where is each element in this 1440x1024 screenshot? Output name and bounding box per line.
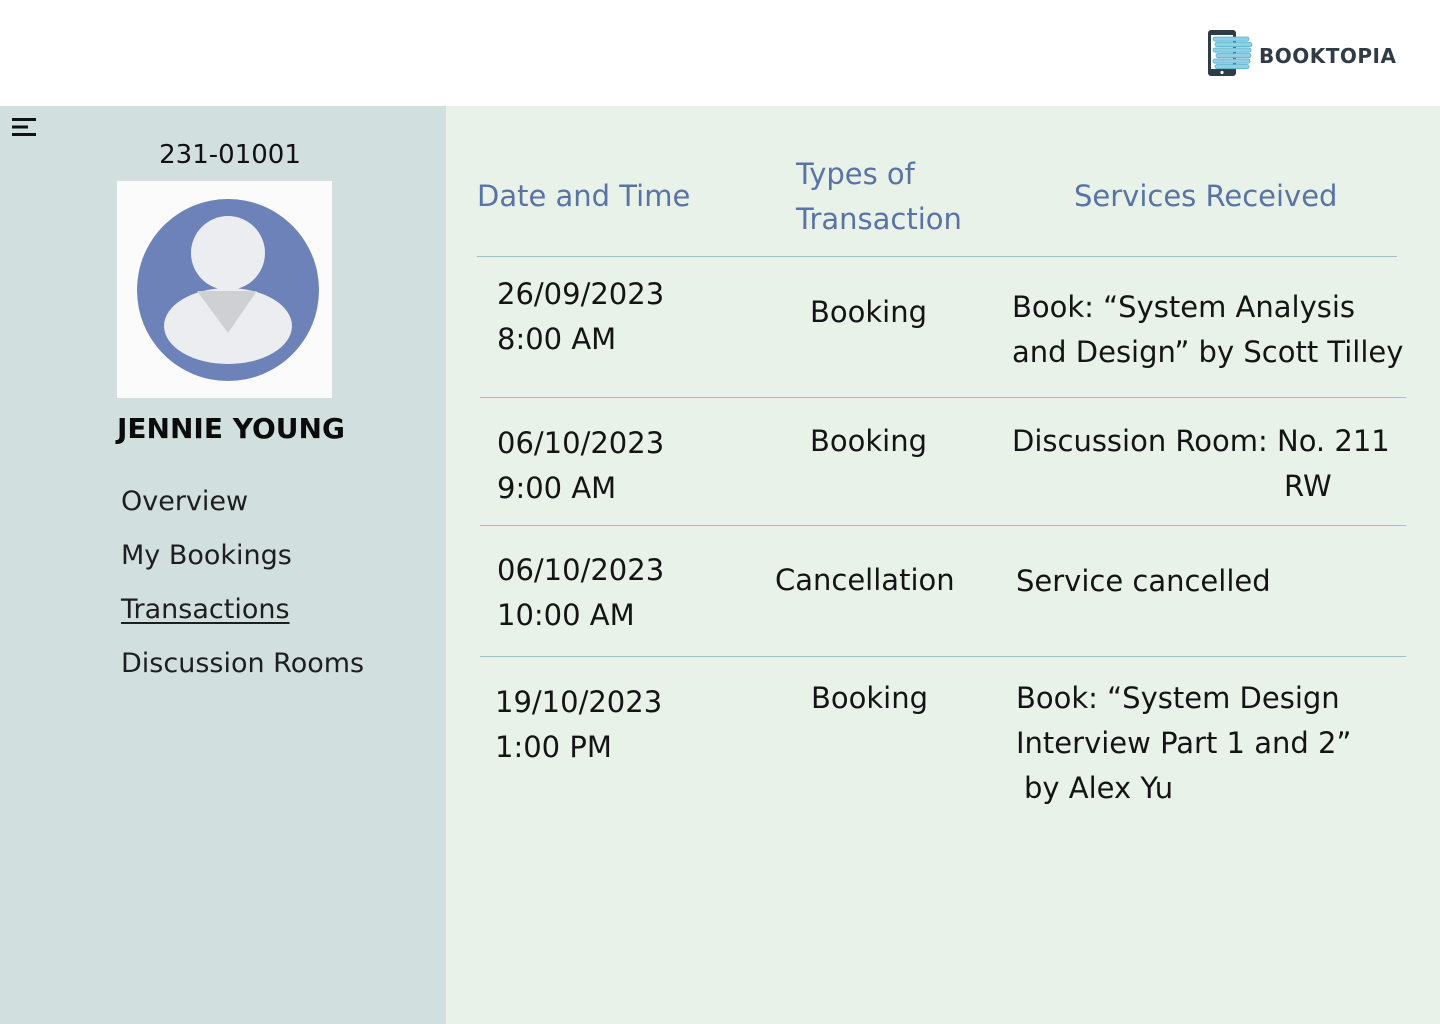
sidebar-item-discussion-rooms[interactable]: Discussion Rooms xyxy=(121,648,364,702)
row-date: 26/09/2023 xyxy=(497,277,665,311)
row-type: Cancellation xyxy=(775,563,955,597)
row-type: Booking xyxy=(811,681,929,715)
top-bar: BOOKTOPIA xyxy=(0,0,1440,106)
row-divider xyxy=(480,525,1406,526)
sidebar-nav: Overview My Bookings Transactions Discus… xyxy=(121,486,364,702)
sidebar-item-transactions[interactable]: Transactions xyxy=(121,594,364,648)
row-time: 1:00 PM xyxy=(495,730,612,764)
user-name: JENNIE YOUNG xyxy=(117,412,345,445)
user-avatar-icon xyxy=(117,199,332,402)
booktopia-logo[interactable]: BOOKTOPIA xyxy=(1205,28,1396,84)
hamburger-menu-icon[interactable] xyxy=(10,114,40,140)
transactions-panel: Date and Time Types of Transaction Servi… xyxy=(446,106,1440,1024)
row-date: 06/10/2023 xyxy=(497,426,665,460)
row-date: 19/10/2023 xyxy=(495,685,663,719)
sidebar-item-my-bookings[interactable]: My Bookings xyxy=(121,540,364,594)
row-time: 10:00 AM xyxy=(497,598,635,632)
row-service-line: Book: “System Analysis xyxy=(1012,290,1356,324)
sidebar-item-overview[interactable]: Overview xyxy=(121,486,364,540)
row-service-line: Interview Part 1 and 2” xyxy=(1016,726,1352,760)
sidebar: 231-01001 JENNIE YOUNG Overview My Booki… xyxy=(0,106,446,1024)
brand-name: BOOKTOPIA xyxy=(1259,44,1397,68)
row-service-line: Service cancelled xyxy=(1016,564,1271,598)
row-service-line: Book: “System Design xyxy=(1016,681,1340,715)
row-date: 06/10/2023 xyxy=(497,553,665,587)
avatar xyxy=(117,181,332,398)
row-service-line: RW xyxy=(1284,469,1332,503)
row-service-line: and Design” by Scott Tilley xyxy=(1012,335,1404,369)
column-header-services: Services Received xyxy=(1074,179,1338,213)
book-tablet-logo-icon xyxy=(1205,28,1255,84)
user-id: 231-01001 xyxy=(159,140,301,170)
row-service-line: Discussion Room: No. 211 xyxy=(1012,424,1390,458)
row-time: 9:00 AM xyxy=(497,471,617,505)
column-header-date: Date and Time xyxy=(477,179,691,213)
row-divider xyxy=(480,656,1406,657)
row-type: Booking xyxy=(810,295,928,329)
row-service-line: by Alex Yu xyxy=(1024,771,1174,805)
row-divider xyxy=(480,397,1406,398)
row-time: 8:00 AM xyxy=(497,322,617,356)
header-divider xyxy=(477,256,1397,257)
column-header-type: Types of Transaction xyxy=(796,157,962,236)
row-type: Booking xyxy=(810,424,928,458)
